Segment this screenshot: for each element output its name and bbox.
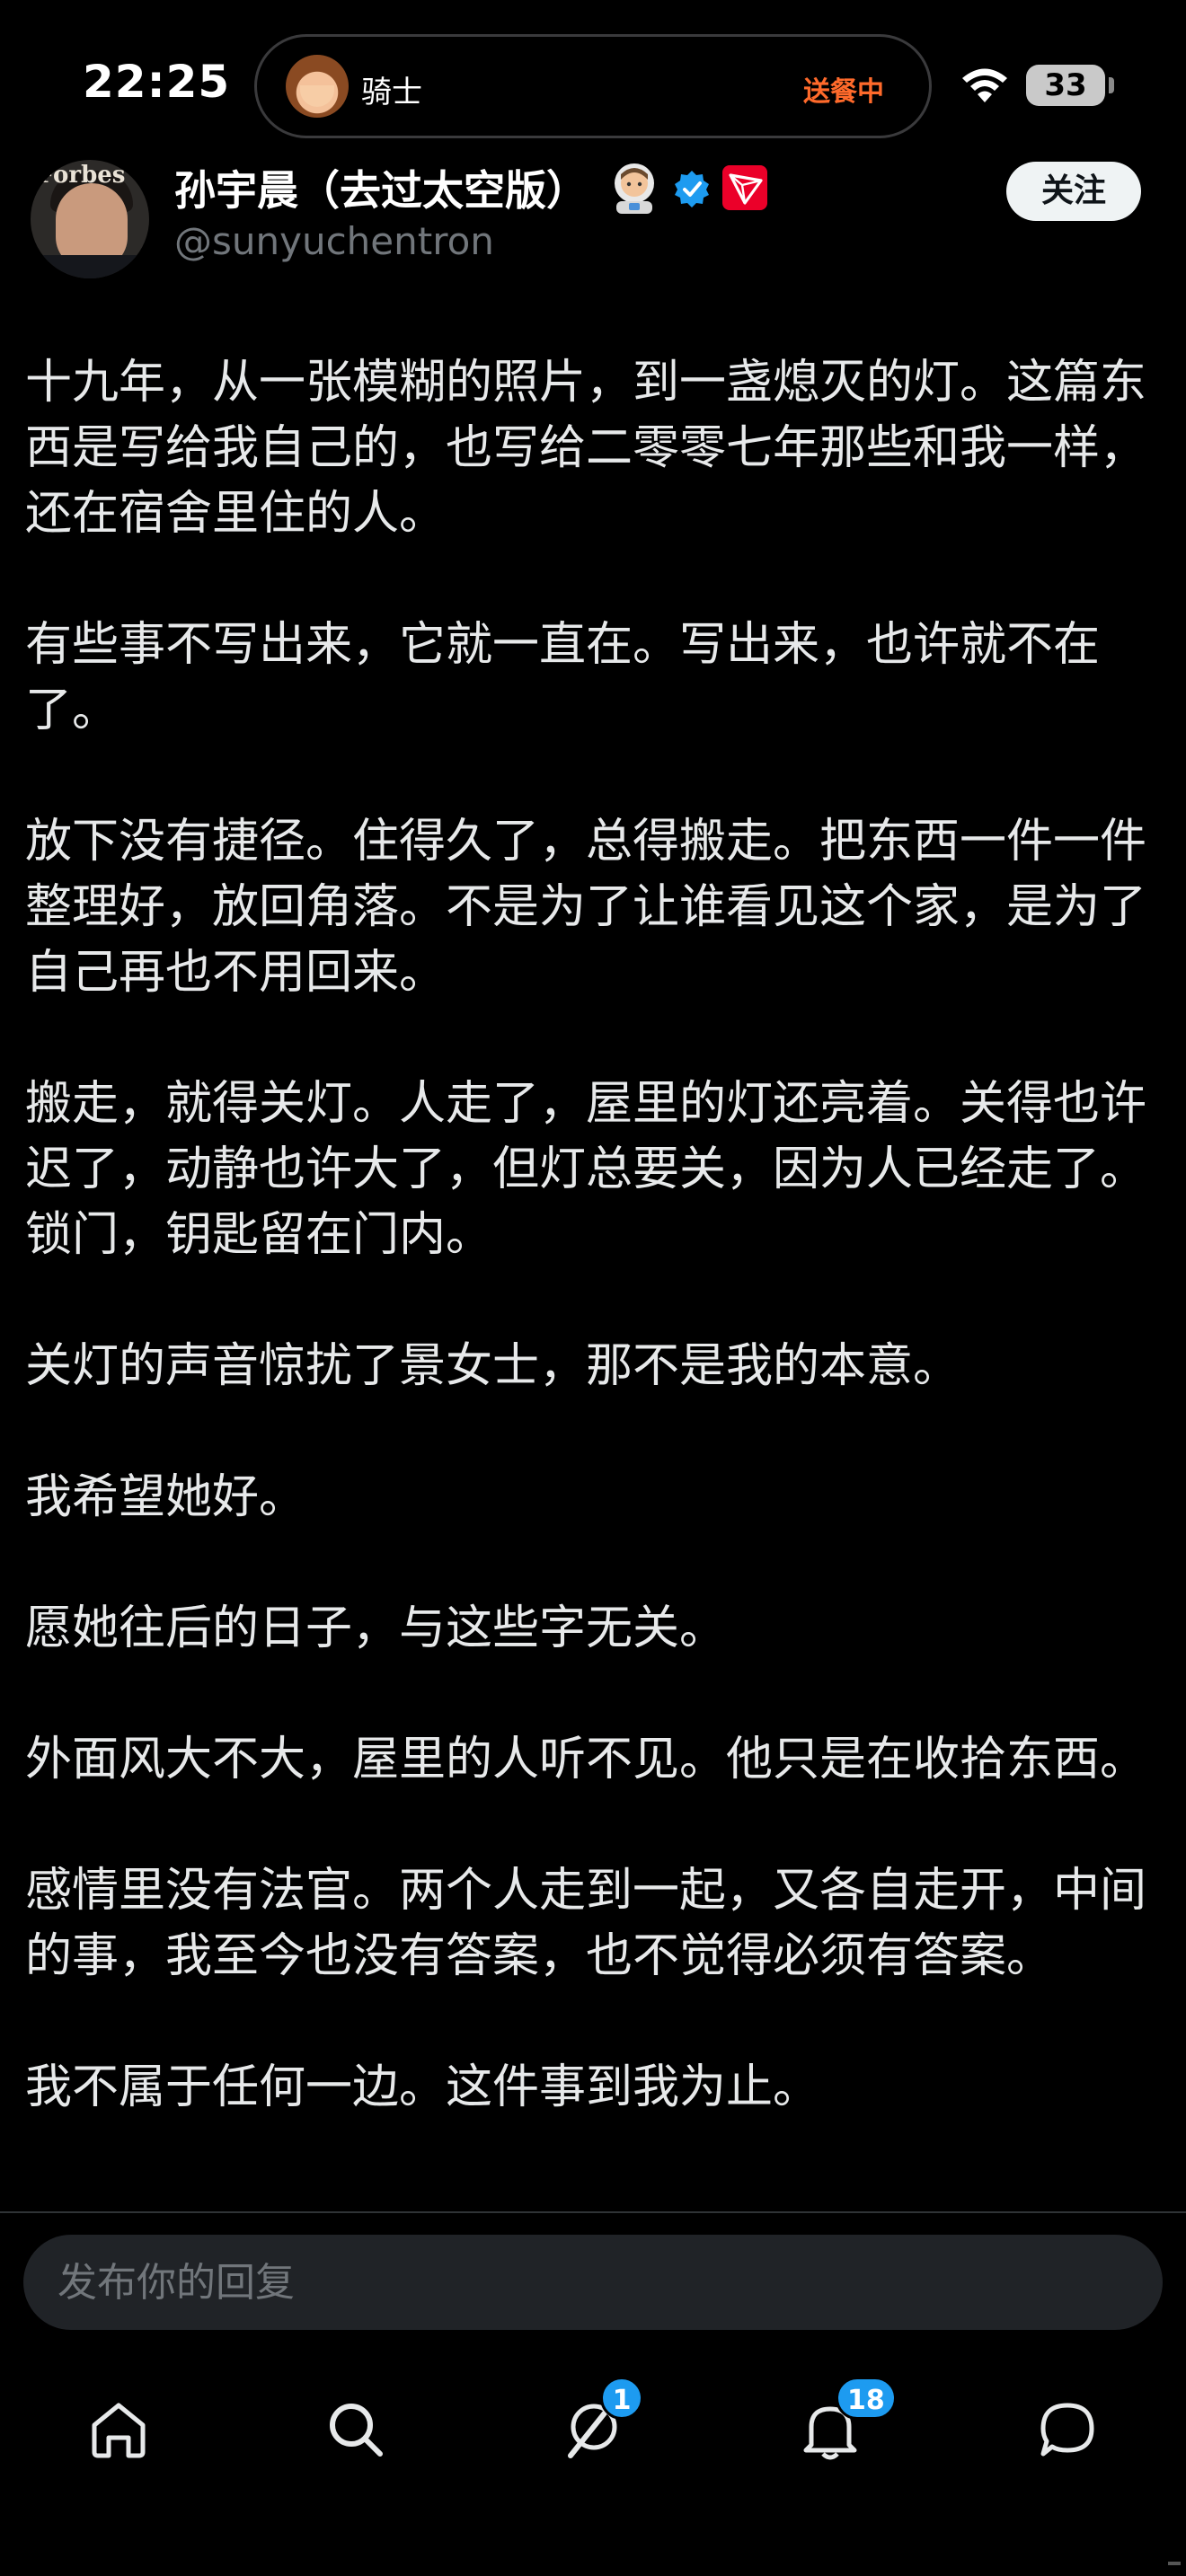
live-activity-app-name: 骑士	[361, 75, 422, 110]
follow-button[interactable]: 关注	[1006, 162, 1141, 221]
live-activity-island[interactable]: 骑士 送餐中	[254, 34, 932, 138]
post-paragraph: 我希望她好。	[25, 1470, 306, 1524]
nav-messages[interactable]	[1005, 2353, 1130, 2479]
nav-search[interactable]	[293, 2353, 419, 2479]
home-icon	[92, 2403, 146, 2458]
rider-avatar-icon	[286, 55, 349, 118]
status-time: 22:25	[83, 56, 231, 108]
author-name[interactable]: 孙宇晨（去过太空版）	[174, 158, 588, 217]
post-paragraph: 放下没有捷径。住得久了，总得搬走。把东西一件一件整理好，放回角落。不是为了让谁看…	[25, 815, 1147, 1000]
search-icon	[330, 2404, 383, 2457]
chat-bubble-icon	[1040, 2403, 1094, 2457]
reply-input[interactable]	[23, 2235, 1163, 2330]
home-indicator	[1168, 2562, 1181, 2565]
avatar-magazine-title: Forbes	[38, 162, 126, 189]
post-paragraph: 搬走，就得关灯。人走了，屋里的灯还亮着。关得也许迟了，动静也许大了，但灯总要关，…	[25, 1077, 1147, 1262]
author-avatar[interactable]: Forbes	[31, 160, 149, 278]
status-bar: 22:25 骑士 送餐中 33	[0, 0, 1186, 153]
post-paragraph: 有些事不写出来，它就一直在。写出来，也许就不在了。	[25, 618, 1101, 737]
grok-badge: 1	[600, 2377, 643, 2420]
live-activity-status: 送餐中	[803, 76, 884, 108]
avatar-suit	[31, 255, 149, 278]
post-paragraph: 愿她往后的日子，与这些字无关。	[25, 1601, 727, 1655]
reply-divider	[0, 2211, 1186, 2213]
battery-nub	[1109, 77, 1114, 93]
author-handle[interactable]: @sunyuchentron	[174, 219, 494, 263]
post-paragraph: 关灯的声音惊扰了景女士，那不是我的本意。	[25, 1339, 960, 1393]
tron-logo-icon[interactable]	[722, 165, 767, 210]
battery-icon: 33	[1026, 65, 1105, 106]
post-paragraph: 感情里没有法官。两个人走到一起，又各自走开，中间的事，我至今也没有答案，也不觉得…	[25, 1864, 1147, 1983]
wifi-icon	[962, 68, 1007, 102]
nav-notifications[interactable]: 18	[767, 2353, 897, 2479]
post-body: 十九年，从一张模糊的照片，到一盏熄灭的灯。这篇东西是写给我自己的，也写给二零零七…	[25, 350, 1161, 2186]
nav-home[interactable]	[56, 2353, 181, 2479]
bottom-nav: 1 18	[0, 2353, 1186, 2497]
verified-badge-icon[interactable]	[672, 169, 712, 208]
post-paragraph: 十九年，从一张模糊的照片，到一盏熄灭的灯。这篇东西是写给我自己的，也写给二零零七…	[25, 356, 1147, 541]
nav-grok[interactable]: 1	[530, 2353, 656, 2479]
astronaut-emoji-icon	[615, 163, 654, 214]
post-paragraph: 外面风大不大，屋里的人听不见。他只是在收拾东西。	[25, 1733, 1147, 1786]
notifications-badge: 18	[836, 2377, 897, 2420]
post-paragraph: 我不属于任何一边。这件事到我为止。	[25, 2060, 820, 2114]
